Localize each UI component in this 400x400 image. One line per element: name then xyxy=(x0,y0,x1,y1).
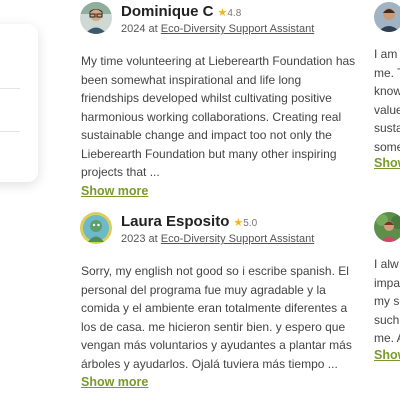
review-text: My time volunteering at Lieberearth Foun… xyxy=(81,54,356,179)
reviewer-avatar xyxy=(80,2,112,34)
reviewer-avatar xyxy=(80,212,112,244)
review-at-label: at xyxy=(148,23,158,35)
review-card-partial: I alw impa my so such me. A Show xyxy=(374,212,400,362)
reviewer-avatar xyxy=(374,212,400,242)
star-icon: ★ xyxy=(233,217,244,229)
review-text-line: me. A xyxy=(374,331,400,345)
reviewer-avatar xyxy=(374,2,400,32)
rating-value: 4.8 xyxy=(227,8,242,19)
side-panel-divider xyxy=(0,131,20,132)
review-meta: 2023 at Eco-Diversity Support Assistant xyxy=(121,233,314,245)
reviewer-name-line: Laura Esposito ★5.0 xyxy=(121,213,257,231)
review-at-label: at xyxy=(148,233,158,245)
review-header: Laura Esposito ★5.0 2023 at Eco-Diversity… xyxy=(80,212,362,252)
review-year: 2023 xyxy=(121,233,146,245)
reviewer-name: Laura Esposito xyxy=(121,213,230,230)
reviewer-name: Dominique C xyxy=(121,3,214,20)
review-card-partial: I am me. T know value susta some Show xyxy=(374,2,400,170)
star-icon: ★ xyxy=(217,7,228,19)
reviews-page: Dominique C ★4.8 2024 at Eco-Diversity Su… xyxy=(0,0,400,400)
review-card: Dominique C ★4.8 2024 at Eco-Diversity Su… xyxy=(80,2,362,200)
review-text-line: my so xyxy=(374,294,400,308)
review-card: Laura Esposito ★5.0 2023 at Eco-Diversity… xyxy=(80,212,362,391)
review-year: 2024 xyxy=(121,23,146,35)
side-panel-card xyxy=(0,24,38,182)
review-text-line: some xyxy=(374,139,400,154)
reviewer-name-line: Dominique C ★4.8 xyxy=(121,3,241,21)
review-text-line: susta xyxy=(374,121,400,135)
role-link[interactable]: Eco-Diversity Support Assistant xyxy=(161,23,314,35)
review-text-line: such xyxy=(374,312,400,327)
review-header: Dominique C ★4.8 2024 at Eco-Diversity Su… xyxy=(80,2,362,42)
show-more-link[interactable]: Show more xyxy=(81,375,148,389)
show-more-link[interactable]: Show xyxy=(374,348,400,362)
review-text-line: impa xyxy=(374,275,400,290)
review-text-line: me. T xyxy=(374,65,400,80)
review-text: Sorry, my english not good so i escribe … xyxy=(81,264,352,371)
review-meta: 2024 at Eco-Diversity Support Assistant xyxy=(121,23,314,35)
show-more-link[interactable]: Show more xyxy=(81,184,148,198)
role-link[interactable]: Eco-Diversity Support Assistant xyxy=(161,233,314,245)
rating-value: 5.0 xyxy=(243,218,258,229)
rating: ★4.8 xyxy=(217,7,242,19)
review-text-line: I alw xyxy=(374,257,399,271)
review-text-line: know xyxy=(374,84,400,98)
show-more-link[interactable]: Show xyxy=(374,156,400,170)
side-panel-divider xyxy=(0,88,20,89)
review-text-line: value xyxy=(374,102,400,117)
rating: ★5.0 xyxy=(233,217,258,229)
review-text-line: I am xyxy=(374,47,398,61)
